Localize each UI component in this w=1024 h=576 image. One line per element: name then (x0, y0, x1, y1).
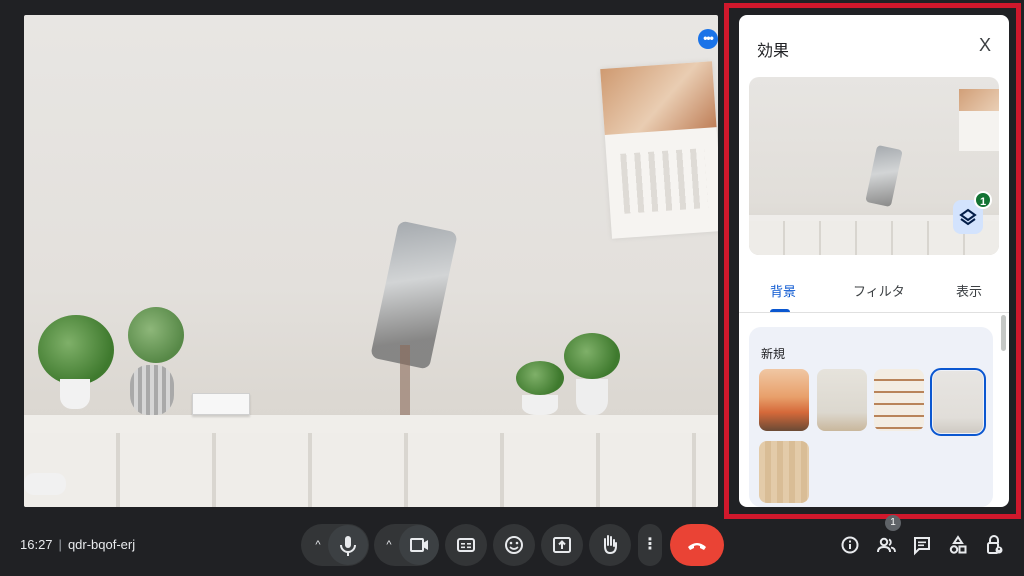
people-button[interactable] (875, 534, 897, 556)
plant-small (516, 361, 566, 415)
background-thumb-orange-living-room[interactable] (759, 369, 809, 431)
main-video-tile (24, 15, 718, 507)
host-controls-button[interactable] (983, 534, 1005, 556)
activities-icon (947, 534, 969, 556)
effects-tabs: 背景 フィルタ 表示 (739, 271, 1009, 313)
backgrounds-section: 新規 (749, 327, 993, 507)
tab-appearance[interactable]: 表示 (956, 281, 982, 300)
raise-hand-button[interactable] (589, 524, 631, 566)
microphone-button[interactable] (328, 525, 368, 565)
wall-calendar (600, 61, 718, 239)
reactions-button[interactable] (493, 524, 535, 566)
camera-control-group: ^ (374, 524, 439, 566)
applied-effects-count-badge: 1 (974, 191, 992, 209)
separator: | (58, 537, 62, 552)
present-screen-button[interactable] (541, 524, 583, 566)
captions-button[interactable] (445, 524, 487, 566)
close-panel-button[interactable]: X (973, 33, 997, 57)
tab-filters[interactable]: フィルタ (853, 281, 905, 300)
panel-scrollbar[interactable] (1001, 315, 1006, 351)
panel-title: 効果 (757, 43, 790, 60)
lock-person-icon (983, 534, 1005, 556)
more-vert-icon: ⋮ (642, 536, 658, 553)
closed-captions-icon (445, 524, 487, 566)
participant-name-pill (24, 473, 66, 495)
wall-panels (24, 433, 718, 507)
meeting-info: 16:27 | qdr-bqof-erj (20, 537, 135, 552)
hand-icon (589, 524, 631, 566)
effects-panel: 効果 X 1 背景 フィルタ 表示 新規 (739, 15, 1009, 507)
meeting-code: qdr-bqof-erj (67, 537, 136, 552)
more-options-button[interactable]: ⋮ (638, 524, 662, 566)
meeting-details-button[interactable] (839, 534, 861, 556)
microphone-icon (328, 525, 368, 565)
tile-more-options-button[interactable]: ••• (698, 29, 718, 49)
plant-vase (124, 307, 184, 415)
book (192, 393, 250, 415)
background-thumb-bookshelf[interactable] (874, 369, 924, 431)
blurred-person (364, 195, 474, 415)
hang-up-icon (670, 524, 724, 566)
activities-button[interactable] (947, 534, 969, 556)
chat-button[interactable] (911, 534, 933, 556)
present-icon (541, 524, 583, 566)
background-thumb-plain-wall[interactable] (817, 369, 867, 431)
chat-icon (911, 534, 933, 556)
people-count-badge: 1 (885, 515, 901, 531)
plant-right (564, 333, 620, 415)
camera-button[interactable] (399, 525, 439, 565)
info-icon (839, 534, 861, 556)
mic-control-group: ^ (301, 524, 369, 566)
background-thumb-wood-panel[interactable] (759, 441, 809, 503)
plant-left (38, 315, 118, 415)
background-thumb-selected[interactable] (930, 368, 986, 436)
people-icon (875, 534, 897, 556)
emoji-icon (493, 524, 535, 566)
leave-call-button[interactable] (670, 524, 724, 566)
active-tab-indicator (770, 309, 790, 312)
tab-background[interactable]: 背景 (770, 281, 796, 300)
shelf (24, 415, 718, 433)
camera-icon (399, 525, 439, 565)
section-label: 新規 (761, 347, 786, 361)
meeting-time: 16:27 (20, 537, 53, 552)
